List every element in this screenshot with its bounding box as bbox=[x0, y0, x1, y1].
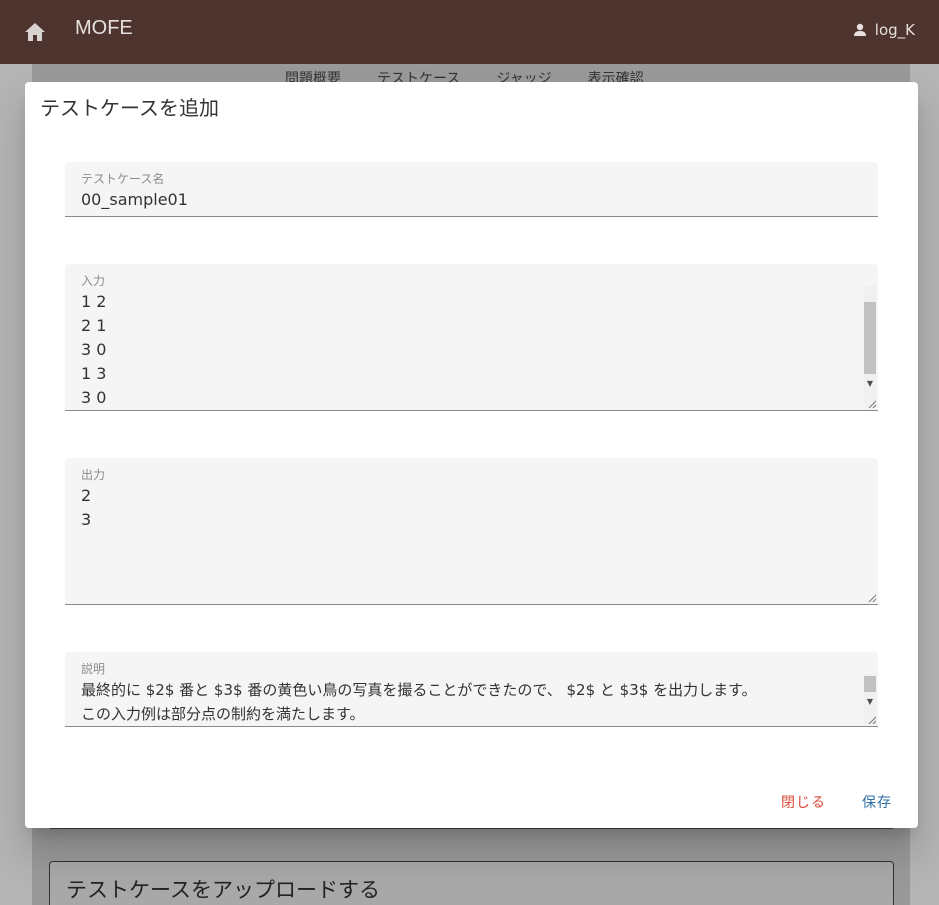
home-icon bbox=[25, 23, 45, 41]
resize-handle-icon[interactable] bbox=[867, 399, 877, 409]
input-scrollbar[interactable]: ▼ bbox=[864, 286, 876, 408]
upload-testcases-title: テストケースをアップロードする bbox=[66, 878, 380, 902]
user-menu[interactable]: log_K bbox=[853, 21, 915, 39]
input-scroll-thumb[interactable] bbox=[864, 302, 876, 374]
input-field[interactable]: 入力 1 2 2 1 3 0 1 3 3 0 ▼ bbox=[65, 264, 878, 411]
save-button[interactable]: 保存 bbox=[862, 792, 892, 812]
home-button[interactable] bbox=[20, 18, 50, 46]
testcase-name-label: テストケース名 bbox=[81, 172, 165, 186]
testcase-name-field[interactable]: テストケース名 00_sample01 bbox=[65, 162, 878, 217]
resize-handle-icon[interactable] bbox=[867, 593, 877, 603]
add-testcase-dialog: テストケースを追加 テストケース名 00_sample01 入力 1 2 2 1… bbox=[25, 82, 918, 828]
input-value: 1 2 2 1 3 0 1 3 3 0 bbox=[81, 292, 107, 407]
description-scroll-thumb[interactable] bbox=[864, 676, 876, 692]
output-field[interactable]: 出力 2 3 bbox=[65, 458, 878, 605]
description-value: 最終的に $2$ 番と $3$ 番の黄色い鳥の写真を撮ることができたので、 $2… bbox=[81, 681, 757, 723]
scroll-down-icon[interactable]: ▼ bbox=[864, 378, 876, 390]
description-label: 説明 bbox=[81, 662, 106, 676]
user-name: log_K bbox=[874, 21, 915, 39]
output-label: 出力 bbox=[81, 468, 106, 482]
resize-handle-icon[interactable] bbox=[867, 715, 877, 725]
divider bbox=[50, 828, 893, 829]
upload-testcases-card[interactable]: テストケースをアップロードする bbox=[49, 861, 894, 905]
app-brand[interactable]: MOFE bbox=[75, 17, 133, 40]
description-field[interactable]: 説明 最終的に $2$ 番と $3$ 番の黄色い鳥の写真を撮ることができたので、… bbox=[65, 652, 878, 727]
input-label: 入力 bbox=[81, 274, 106, 288]
output-value: 2 3 bbox=[81, 486, 92, 529]
testcase-name-value: 00_sample01 bbox=[81, 190, 188, 209]
app-bar: MOFE log_K bbox=[0, 0, 939, 64]
dialog-actions: 閉じる 保存 bbox=[781, 792, 892, 812]
scroll-down-icon[interactable]: ▼ bbox=[864, 696, 876, 708]
person-icon bbox=[853, 23, 866, 36]
close-button[interactable]: 閉じる bbox=[781, 792, 826, 812]
dialog-title: テストケースを追加 bbox=[40, 96, 219, 120]
